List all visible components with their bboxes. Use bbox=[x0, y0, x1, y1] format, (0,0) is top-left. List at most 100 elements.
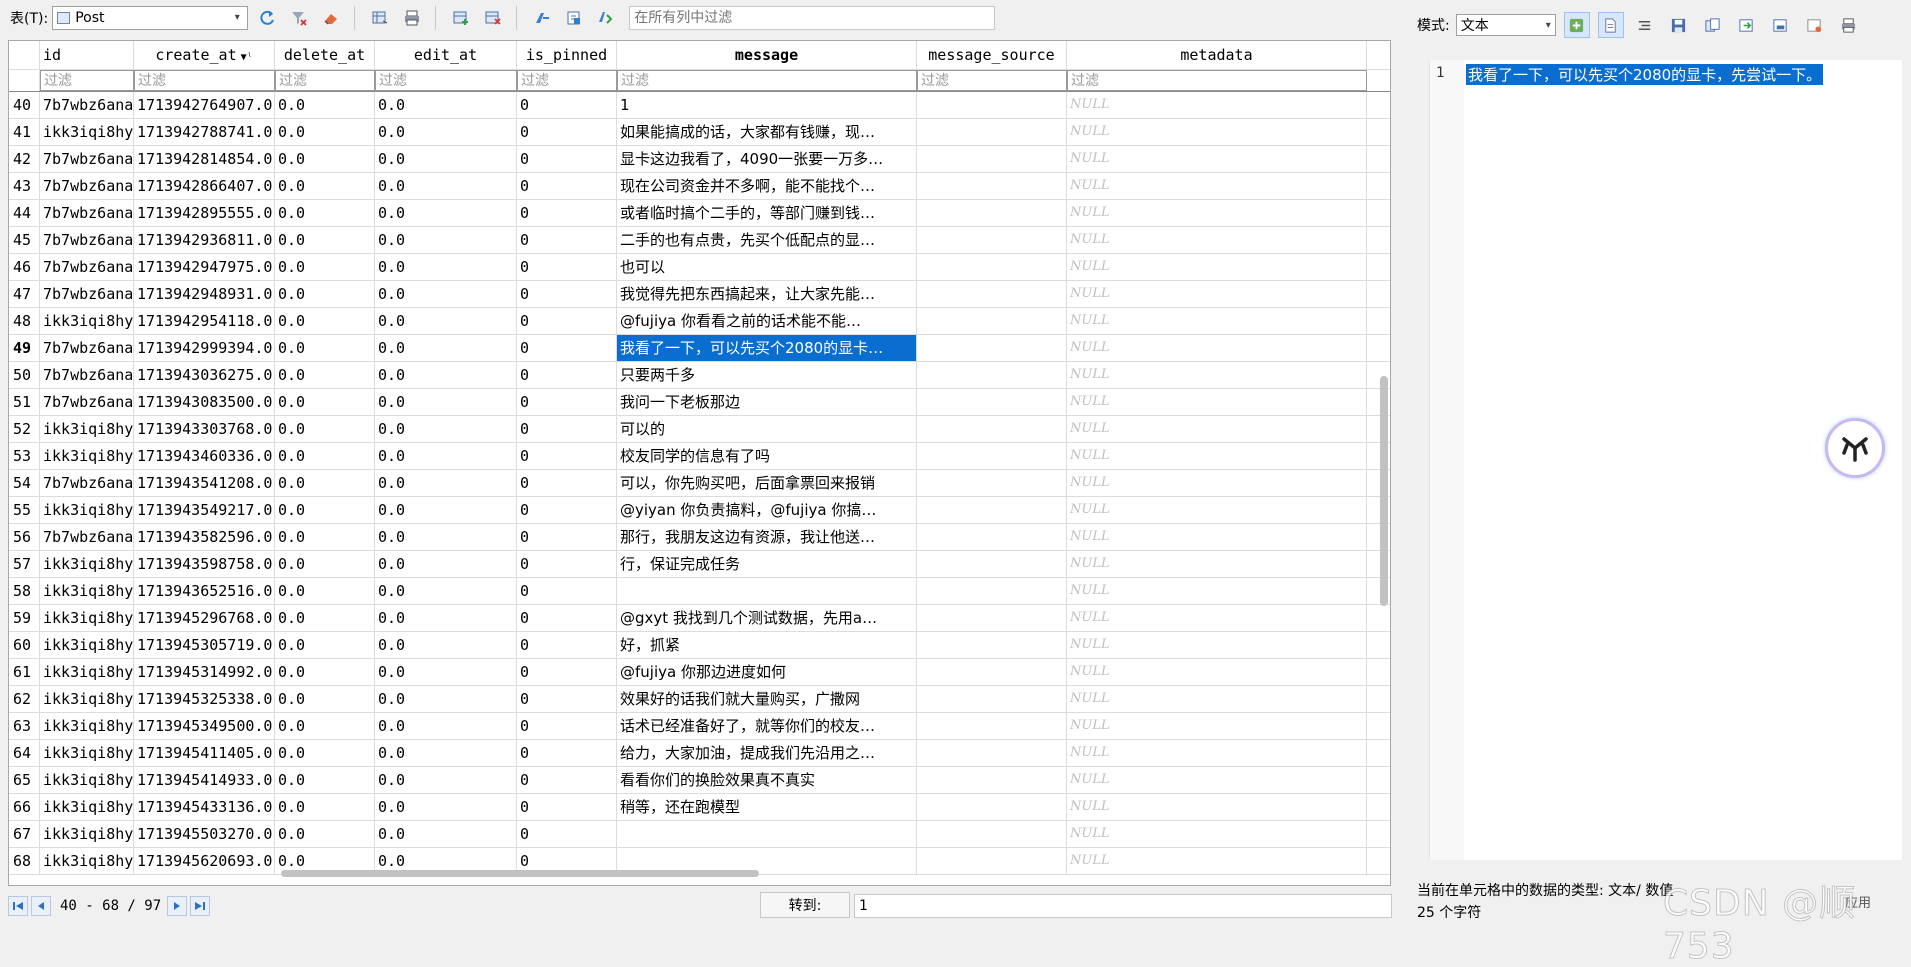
cell-message-source[interactable] bbox=[917, 470, 1067, 496]
cell-create-at[interactable]: 1713942788741.0 bbox=[134, 119, 275, 145]
cell-create-at[interactable]: 1713945325338.0 bbox=[134, 686, 275, 712]
column-header-id[interactable]: id bbox=[40, 41, 134, 69]
cell-metadata[interactable]: NULL bbox=[1067, 200, 1367, 226]
cell-message-source[interactable] bbox=[917, 200, 1067, 226]
cell-edit-at[interactable]: 0.0 bbox=[375, 686, 517, 712]
cell-metadata[interactable]: NULL bbox=[1067, 713, 1367, 739]
cell-id[interactable]: ikk3iqi8hy bbox=[40, 119, 134, 145]
cell-edit-at[interactable]: 0.0 bbox=[375, 389, 517, 415]
cell-message[interactable]: 校友同学的信息有了吗 bbox=[617, 443, 917, 469]
word-wrap-button[interactable] bbox=[1597, 12, 1624, 38]
table-row[interactable]: 56 7b7wbz6ana 1713943582596.0 0.0 0.0 0 那行，我朋友… bbox=[9, 524, 1390, 551]
cell-id[interactable]: ikk3iqi8hy bbox=[40, 605, 134, 631]
cell-create-at[interactable]: 1713945314992.0 bbox=[134, 659, 275, 685]
column-header-metadata[interactable]: metadata bbox=[1067, 41, 1367, 69]
assistant-float-button[interactable] bbox=[1825, 418, 1885, 478]
cell-message[interactable]: 行，保证完成任务 bbox=[617, 551, 917, 577]
cell-message[interactable]: 二手的也有点贵，先买个低配点的显… bbox=[617, 227, 917, 253]
cell-is-pinned[interactable]: 0 bbox=[517, 497, 617, 523]
cell-is-pinned[interactable]: 0 bbox=[517, 740, 617, 766]
cell-metadata[interactable]: NULL bbox=[1067, 659, 1367, 685]
filter-input-id[interactable]: 过滤 bbox=[40, 70, 134, 91]
cell-id[interactable]: 7b7wbz6ana bbox=[40, 254, 134, 280]
table-row[interactable]: 47 7b7wbz6ana 1713942948931.0 0.0 0.0 0 我觉得先把东… bbox=[9, 281, 1390, 308]
cell-edit-at[interactable]: 0.0 bbox=[375, 632, 517, 658]
cell-create-at[interactable]: 1713942936811.0 bbox=[134, 227, 275, 253]
cell-edit-at[interactable]: 0.0 bbox=[375, 794, 517, 820]
cell-delete-at[interactable]: 0.0 bbox=[275, 443, 375, 469]
cell-message-source[interactable] bbox=[917, 254, 1067, 280]
cell-metadata[interactable]: NULL bbox=[1067, 389, 1367, 415]
cell-message-source[interactable] bbox=[917, 578, 1067, 604]
cell-id[interactable]: 7b7wbz6ana bbox=[40, 335, 134, 361]
cell-id[interactable]: 7b7wbz6ana bbox=[40, 524, 134, 550]
cell-id[interactable]: ikk3iqi8hy bbox=[40, 848, 134, 874]
cell-message-source[interactable] bbox=[917, 173, 1067, 199]
cell-edit-at[interactable]: 0.0 bbox=[375, 443, 517, 469]
cell-message[interactable]: 如果能搞成的话，大家都有钱赚，现… bbox=[617, 119, 917, 145]
cell-message[interactable]: 好，抓紧 bbox=[617, 632, 917, 658]
delete-record-button[interactable] bbox=[480, 5, 506, 31]
cell-metadata[interactable]: NULL bbox=[1067, 794, 1367, 820]
cell-edit-at[interactable]: 0.0 bbox=[375, 659, 517, 685]
cell-message-source[interactable] bbox=[917, 551, 1067, 577]
cell-message[interactable]: 现在公司资金并不多啊，能不能找个… bbox=[617, 173, 917, 199]
cell-message-source[interactable] bbox=[917, 767, 1067, 793]
cell-message[interactable]: 可以，你先购买吧，后面拿票回来报销 bbox=[617, 470, 917, 496]
cell-delete-at[interactable]: 0.0 bbox=[275, 767, 375, 793]
cell-edit-at[interactable]: 0.0 bbox=[375, 281, 517, 307]
cell-edit-at[interactable]: 0.0 bbox=[375, 767, 517, 793]
table-row[interactable]: 55 ikk3iqi8hy 1713943549217.0 0.0 0.0 0 @yiyan… bbox=[9, 497, 1390, 524]
cell-delete-at[interactable]: 0.0 bbox=[275, 92, 375, 118]
cell-create-at[interactable]: 1713942947975.0 bbox=[134, 254, 275, 280]
cell-metadata[interactable]: NULL bbox=[1067, 173, 1367, 199]
cell-metadata[interactable]: NULL bbox=[1067, 308, 1367, 334]
save-table-button[interactable] bbox=[367, 5, 393, 31]
cell-create-at[interactable]: 1713945349500.0 bbox=[134, 713, 275, 739]
table-row[interactable]: 59 ikk3iqi8hy 1713945296768.0 0.0 0.0 0 @gxyt … bbox=[9, 605, 1390, 632]
cell-id[interactable]: ikk3iqi8hy bbox=[40, 497, 134, 523]
cell-id[interactable]: ikk3iqi8hy bbox=[40, 308, 134, 334]
cell-create-at[interactable]: 1713943598758.0 bbox=[134, 551, 275, 577]
cell-edit-at[interactable]: 0.0 bbox=[375, 524, 517, 550]
cell-delete-at[interactable]: 0.0 bbox=[275, 119, 375, 145]
cell-id[interactable]: ikk3iqi8hy bbox=[40, 740, 134, 766]
table-row[interactable]: 44 7b7wbz6ana 1713942895555.0 0.0 0.0 0 或者临时搞个… bbox=[9, 200, 1390, 227]
cell-message-source[interactable] bbox=[917, 659, 1067, 685]
cell-message[interactable]: 可以的 bbox=[617, 416, 917, 442]
goto-button[interactable]: 转到: bbox=[760, 892, 850, 918]
export-value-button[interactable] bbox=[1768, 12, 1794, 38]
cell-create-at[interactable]: 1713945433136.0 bbox=[134, 794, 275, 820]
cell-create-at[interactable]: 1713945503270.0 bbox=[134, 821, 275, 847]
table-row[interactable]: 46 7b7wbz6ana 1713942947975.0 0.0 0.0 0 也可以 NUL… bbox=[9, 254, 1390, 281]
cell-is-pinned[interactable]: 0 bbox=[517, 227, 617, 253]
cell-message-source[interactable] bbox=[917, 389, 1067, 415]
cell-message-source[interactable] bbox=[917, 713, 1067, 739]
filter-input-delete-at[interactable]: 过滤 bbox=[275, 70, 375, 91]
cell-create-at[interactable]: 1713943541208.0 bbox=[134, 470, 275, 496]
table-row[interactable]: 53 ikk3iqi8hy 1713943460336.0 0.0 0.0 0 校友同学的信… bbox=[9, 443, 1390, 470]
next-page-button[interactable] bbox=[167, 896, 188, 916]
cell-create-at[interactable]: 1713943549217.0 bbox=[134, 497, 275, 523]
save-value-button[interactable] bbox=[1666, 12, 1692, 38]
filter-input-create-at[interactable]: 过滤 bbox=[134, 70, 275, 91]
cell-message-source[interactable] bbox=[917, 308, 1067, 334]
cell-create-at[interactable]: 1713942866407.0 bbox=[134, 173, 275, 199]
cell-message[interactable]: 我觉得先把东西搞起来，让大家先能… bbox=[617, 281, 917, 307]
cell-id[interactable]: 7b7wbz6ana bbox=[40, 200, 134, 226]
cell-edit-at[interactable]: 0.0 bbox=[375, 740, 517, 766]
cell-delete-at[interactable]: 0.0 bbox=[275, 524, 375, 550]
table-row[interactable]: 54 7b7wbz6ana 1713943541208.0 0.0 0.0 0 可以，你先购… bbox=[9, 470, 1390, 497]
cell-id[interactable]: ikk3iqi8hy bbox=[40, 551, 134, 577]
cell-message-source[interactable] bbox=[917, 281, 1067, 307]
cell-is-pinned[interactable]: 0 bbox=[517, 281, 617, 307]
cell-is-pinned[interactable]: 0 bbox=[517, 146, 617, 172]
table-row[interactable]: 45 7b7wbz6ana 1713942936811.0 0.0 0.0 0 二手的也有点… bbox=[9, 227, 1390, 254]
cell-create-at[interactable]: 1713942764907.0 bbox=[134, 92, 275, 118]
cell-is-pinned[interactable]: 0 bbox=[517, 173, 617, 199]
cell-message-source[interactable] bbox=[917, 632, 1067, 658]
cell-is-pinned[interactable]: 0 bbox=[517, 767, 617, 793]
cell-id[interactable]: 7b7wbz6ana bbox=[40, 470, 134, 496]
cell-create-at[interactable]: 1713943582596.0 bbox=[134, 524, 275, 550]
cell-id[interactable]: 7b7wbz6ana bbox=[40, 362, 134, 388]
